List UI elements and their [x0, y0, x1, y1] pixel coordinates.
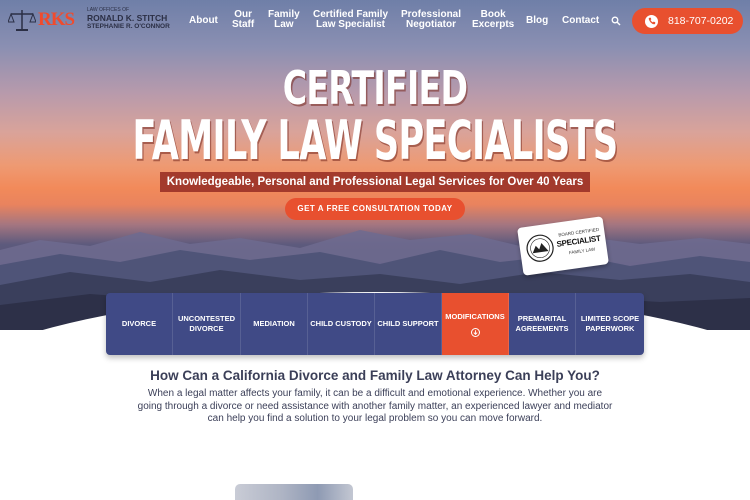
section-intro-paragraph: When a legal matter affects your family,… [137, 388, 613, 424]
logo-text: LAW OFFICES OF RONALD K. STITCH STEPHANI… [87, 8, 170, 30]
nav-family-law[interactable]: Family Law [268, 10, 300, 30]
phone-number: 818-707-0202 [668, 15, 734, 27]
nav-certified-family-law-specialist[interactable]: Certified Family Law Specialist [313, 10, 388, 30]
phone-button[interactable]: 818-707-0202 [632, 8, 743, 34]
practice-divorce[interactable]: DIVORCE [106, 293, 173, 355]
free-consultation-button[interactable]: GET A FREE CONSULTATION TODAY [285, 198, 465, 220]
nav-blog[interactable]: Blog [526, 16, 548, 26]
site-header: RKS LAW OFFICES OF RONALD K. STITCH STEP… [0, 0, 750, 42]
arrow-down-circle-icon [470, 327, 480, 337]
nav-about[interactable]: About [189, 16, 218, 26]
seal-icon [526, 234, 554, 262]
logo-monogram: RKS [38, 9, 75, 30]
practice-premarital-agreements[interactable]: PREMARITAL AGREEMENTS [509, 293, 576, 355]
nav-our-staff[interactable]: Our Staff [232, 10, 254, 30]
search-icon[interactable] [611, 16, 621, 26]
practice-limited-scope-paperwork[interactable]: LIMITED SCOPE PAPERWORK [576, 293, 644, 355]
hero-heading-line2: FAMILY LAW SPECIALISTS [132, 109, 618, 172]
logo-name-secondary: STEPHANIE R. O'CONNOR [87, 22, 170, 30]
nav-book-excerpts[interactable]: Book Excerpts [472, 10, 514, 30]
site-logo[interactable]: RKS LAW OFFICES OF RONALD K. STITCH STEP… [8, 6, 170, 34]
badge-bottom-text: FAMILY LAW [568, 246, 596, 256]
hero-tagline-wrap: Knowledgeable, Personal and Professional… [0, 172, 750, 192]
section-heading: How Can a California Divorce and Family … [150, 368, 600, 383]
practice-child-support[interactable]: CHILD SUPPORT [375, 293, 442, 355]
practice-mediation[interactable]: MEDIATION [241, 293, 308, 355]
hero-tagline: Knowledgeable, Personal and Professional… [159, 172, 591, 192]
nav-contact[interactable]: Contact [562, 16, 599, 26]
logo-name-primary: RONALD K. STITCH [87, 13, 168, 23]
hero-cta-wrap: GET A FREE CONSULTATION TODAY [0, 198, 750, 220]
practice-child-custody[interactable]: CHILD CUSTODY [308, 293, 375, 355]
practice-uncontested-divorce[interactable]: UNCONTESTED DIVORCE [173, 293, 241, 355]
practice-areas-bar: DIVORCE UNCONTESTED DIVORCE MEDIATION CH… [106, 293, 644, 355]
attorney-photo [235, 484, 353, 500]
practice-modifications[interactable]: MODIFICATIONS [442, 293, 509, 355]
nav-professional-negotiator[interactable]: Professional Negotiator [401, 10, 461, 30]
phone-icon [645, 14, 658, 28]
hero-heading-line1: CERTIFIED [282, 61, 468, 115]
scales-icon [8, 10, 36, 31]
